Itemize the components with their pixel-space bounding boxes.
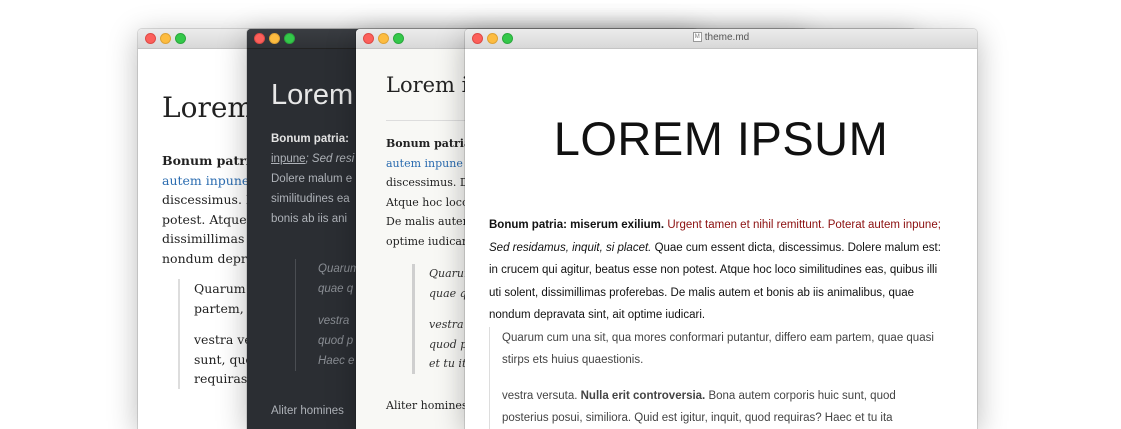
- paragraph-line: Aliter homines: [271, 405, 344, 417]
- paragraph-link[interactable]: autem inpune: [162, 173, 249, 188]
- window-front: Mtheme.md LOREM IPSUM Bonum patria: mise…: [465, 29, 977, 429]
- paragraph-link[interactable]: Urgent tamen et nihil remittunt. Poterat…: [667, 219, 941, 231]
- paragraph-bold-text: Bonum patria: [386, 137, 472, 150]
- paragraph-line: bonis ab iis ani: [271, 213, 348, 225]
- quote-line: quod p: [318, 335, 354, 347]
- zoom-button[interactable]: [393, 33, 404, 44]
- quote-line: Haec e: [318, 355, 355, 367]
- quote-line: vestra: [318, 315, 350, 327]
- minimize-button[interactable]: [378, 33, 389, 44]
- window-titlebar: Mtheme.md: [465, 29, 977, 49]
- quote-line: Quarum: [318, 263, 360, 275]
- traffic-lights: [363, 33, 404, 44]
- quote-line: vestra ve: [194, 332, 252, 347]
- paragraph-line: discessimus. D: [162, 192, 256, 207]
- paragraph-link[interactable]: autem inpune: [386, 157, 463, 170]
- document-heading: Lorem: [271, 79, 354, 111]
- minimize-button[interactable]: [269, 33, 280, 44]
- traffic-lights: [254, 33, 295, 44]
- paragraph-bold-text: Bonum patria:: [271, 133, 349, 145]
- close-button[interactable]: [254, 33, 265, 44]
- filename: theme.md: [704, 32, 750, 43]
- close-button[interactable]: [145, 33, 156, 44]
- markdown-file-icon: M: [692, 32, 702, 43]
- quote-line: partem, c: [194, 300, 255, 316]
- quote-paragraph: vestra versuta. Nulla erit controversia.…: [502, 385, 942, 429]
- document-content: LOREM IPSUM Bonum patria: miserum exiliu…: [465, 49, 977, 429]
- paragraph-line: potest. Atque: [162, 211, 247, 227]
- traffic-lights: [145, 33, 186, 44]
- paragraph-link[interactable]: inpune: [271, 153, 306, 165]
- quote-bold-text: Nulla erit controversia.: [580, 390, 706, 402]
- paragraph-italic: ; Sed resi: [305, 153, 355, 165]
- paragraph-line: nondum depr: [162, 250, 247, 266]
- document-heading: Lorem: [162, 91, 254, 124]
- paragraph-line: discessimus. D: [386, 176, 469, 189]
- quote-line: sunt, quo: [194, 351, 254, 367]
- document-heading: LOREM IPSUM: [553, 112, 889, 165]
- quote-text: vestra versuta.: [502, 390, 578, 402]
- paragraph-line: optime iudicar: [386, 234, 468, 248]
- paragraph-line: dissimillimas: [162, 231, 245, 246]
- paragraph-line: Dolere malum e: [271, 173, 353, 185]
- document-heading: Lorem i: [386, 73, 469, 97]
- paragraph-line: Aliter homines: [386, 399, 468, 412]
- close-button[interactable]: [363, 33, 374, 44]
- window-title: Mtheme.md: [465, 32, 977, 43]
- paragraph-line: similitudines ea: [271, 193, 350, 205]
- paragraph-bold-text: Bonum patria: miserum exilium.: [489, 219, 665, 231]
- quote-line: quae q: [318, 283, 354, 295]
- zoom-button[interactable]: [284, 33, 295, 44]
- quote-line: Quarum: [194, 281, 246, 296]
- quote-paragraph: Quarum cum una sit, qua mores conformari…: [502, 332, 934, 366]
- minimize-button[interactable]: [160, 33, 171, 44]
- zoom-button[interactable]: [175, 33, 186, 44]
- paragraph-line: De malis auten: [386, 215, 470, 228]
- paragraph-italic: Sed residamus, inquit, si placet.: [489, 241, 652, 254]
- document-paragraph: Bonum patria: miserum exilium. Urgent ta…: [489, 214, 949, 327]
- paragraph-line: Atque hoc loco: [386, 195, 469, 209]
- quote-line: requiras?: [194, 371, 254, 386]
